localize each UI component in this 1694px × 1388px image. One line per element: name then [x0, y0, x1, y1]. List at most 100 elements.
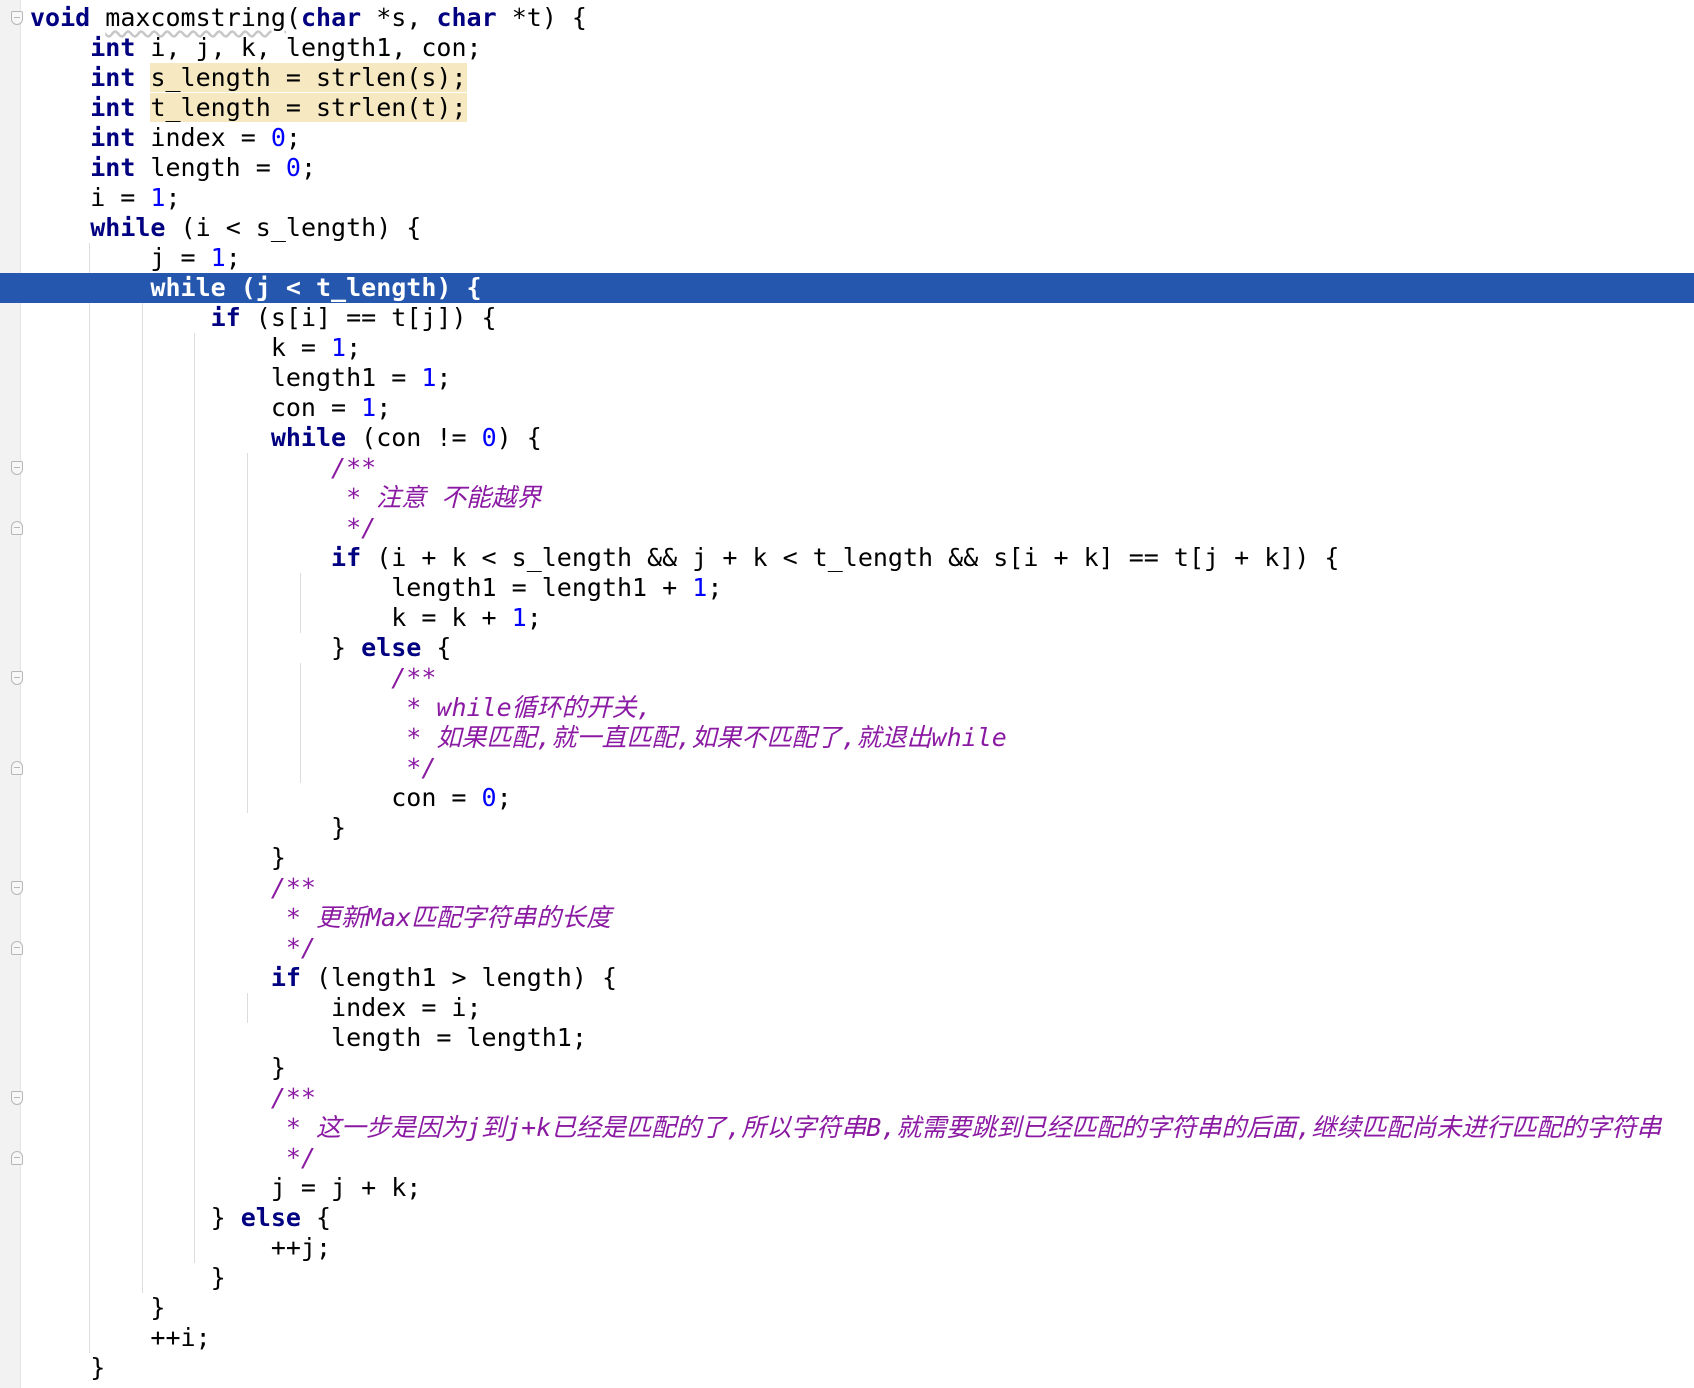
code-line[interactable]: int t_length = strlen(t);: [0, 93, 1694, 123]
code-line[interactable]: * 这一步是因为j到j+k已经是匹配的了,所以字符串B,就需要跳到已经匹配的字符…: [0, 1113, 1694, 1143]
code-line[interactable]: if (s[i] == t[j]) {: [0, 303, 1694, 333]
code-line[interactable]: } else {: [0, 1203, 1694, 1233]
code-line[interactable]: int length = 0;: [0, 153, 1694, 183]
code-line[interactable]: j = j + k;: [0, 1173, 1694, 1203]
code-line[interactable]: * 如果匹配,就一直匹配,如果不匹配了,就退出while: [0, 723, 1694, 753]
code-line[interactable]: }: [0, 843, 1694, 873]
code-editor[interactable]: void maxcomstring(char *s, char *t) { in…: [0, 0, 1694, 1388]
code-token: length1 = length1 +: [30, 573, 693, 602]
comment-token: /**: [331, 453, 377, 482]
code-line[interactable]: } else {: [0, 633, 1694, 663]
comment-token: * 这一步是因为j到j+k已经是匹配的了,所以字符串B,就需要跳到已经匹配的字符…: [285, 1113, 1662, 1142]
code-token: ;: [346, 333, 362, 362]
number-token: 0: [481, 423, 497, 452]
comment-token: */: [346, 513, 377, 542]
code-line[interactable]: void maxcomstring(char *s, char *t) {: [0, 3, 1694, 33]
code-line[interactable]: while (i < s_length) {: [0, 213, 1694, 243]
keyword-token: void: [30, 3, 91, 32]
code-line[interactable]: ++j;: [0, 1233, 1694, 1263]
code-token: }: [30, 1203, 241, 1232]
fold-collapse-icon[interactable]: [11, 11, 23, 25]
code-line[interactable]: length1 = 1;: [0, 363, 1694, 393]
fold-collapse-icon[interactable]: [11, 461, 23, 475]
code-line[interactable]: */: [0, 753, 1694, 783]
code-line[interactable]: k = k + 1;: [0, 603, 1694, 633]
code-token: ;: [165, 183, 181, 212]
code-line[interactable]: /**: [0, 1083, 1694, 1113]
number-token: 1: [210, 243, 226, 272]
code-line[interactable]: con = 0;: [0, 783, 1694, 813]
comment-token: /**: [270, 1083, 316, 1112]
code-line[interactable]: if (i + k < s_length && j + k < t_length…: [0, 543, 1694, 573]
code-line[interactable]: con = 1;: [0, 393, 1694, 423]
code-line[interactable]: }: [0, 1053, 1694, 1083]
code-line[interactable]: int index = 0;: [0, 123, 1694, 153]
fold-end-icon[interactable]: [11, 521, 23, 535]
code-line[interactable]: int i, j, k, length1, con;: [0, 33, 1694, 63]
code-line[interactable]: */: [0, 1143, 1694, 1173]
fold-end-icon[interactable]: [11, 761, 23, 775]
code-token: (j < t_length) {: [225, 273, 482, 302]
code-token: (length1 > length) {: [300, 963, 618, 992]
keyword-token: while: [90, 213, 166, 242]
code-line[interactable]: */: [0, 933, 1694, 963]
code-line[interactable]: if (length1 > length) {: [0, 963, 1694, 993]
fold-end-icon[interactable]: [11, 1151, 23, 1165]
code-line[interactable]: * 注意 不能越界: [0, 483, 1694, 513]
current-code-line[interactable]: while (j < t_length) {: [0, 273, 1694, 303]
number-token: 1: [421, 363, 437, 392]
code-token: ) {: [496, 423, 542, 452]
keyword-token: char: [300, 3, 362, 32]
code-token: }: [30, 1053, 286, 1082]
keyword-token: if: [270, 963, 301, 992]
code-token: ;: [496, 783, 512, 812]
keyword-token: while: [270, 423, 347, 452]
keyword-token: int: [90, 153, 136, 182]
code-line[interactable]: }: [0, 1293, 1694, 1323]
fold-collapse-icon[interactable]: [11, 1091, 23, 1105]
keyword-token: char: [436, 3, 497, 32]
fold-end-icon[interactable]: [11, 941, 23, 955]
fold-collapse-icon[interactable]: [11, 881, 23, 895]
code-line[interactable]: j = 1;: [0, 243, 1694, 273]
comment-token: */: [285, 933, 316, 962]
code-line[interactable]: /**: [0, 453, 1694, 483]
comment-token: * 如果匹配,就一直匹配,如果不匹配了,就退出while: [406, 723, 1007, 752]
code-token: i =: [30, 183, 151, 212]
code-token: ;: [225, 243, 241, 272]
code-line[interactable]: }: [0, 1263, 1694, 1293]
code-token: index = i;: [30, 993, 482, 1022]
code-line[interactable]: i = 1;: [0, 183, 1694, 213]
code-token: (s[i] == t[j]) {: [240, 303, 497, 332]
code-line[interactable]: * while循环的开关,: [0, 693, 1694, 723]
fold-collapse-icon[interactable]: [11, 671, 23, 685]
code-line[interactable]: index = i;: [0, 993, 1694, 1023]
code-line[interactable]: }: [0, 813, 1694, 843]
code-token: {: [300, 1203, 332, 1232]
code-token: ;: [376, 393, 392, 422]
code-line[interactable]: while (con != 0) {: [0, 423, 1694, 453]
code-line[interactable]: length = length1;: [0, 1023, 1694, 1053]
code-line[interactable]: /**: [0, 873, 1694, 903]
code-line[interactable]: * 更新Max匹配字符串的长度: [0, 903, 1694, 933]
code-line[interactable]: /**: [0, 663, 1694, 693]
code-line[interactable]: int s_length = strlen(s);: [0, 63, 1694, 93]
code-line[interactable]: */: [0, 513, 1694, 543]
code-line[interactable]: ++i;: [0, 1323, 1694, 1353]
keyword-token: int: [90, 63, 136, 92]
code-line[interactable]: length1 = length1 + 1;: [0, 573, 1694, 603]
code-line[interactable]: k = 1;: [0, 333, 1694, 363]
code-token: maxcomstring: [105, 3, 286, 32]
code-line[interactable]: }: [0, 1353, 1694, 1383]
